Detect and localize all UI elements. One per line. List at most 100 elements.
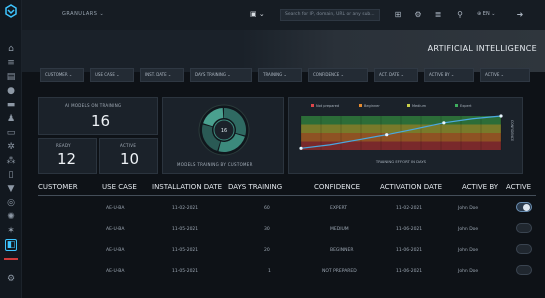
cell-active-by: John Doe <box>458 227 479 232</box>
star-icon[interactable]: ✶ <box>5 226 17 236</box>
cell-activation-date: 11-06-2021 <box>396 248 423 253</box>
donut-chart: 16 <box>198 104 250 156</box>
filter-customer[interactable]: CUSTOMER ⌄ <box>40 68 84 82</box>
filter-active[interactable]: ACTIVE ⌄ <box>480 68 530 82</box>
settings-icon[interactable]: ⚙ <box>5 274 17 284</box>
cell-days-training: 30 <box>264 227 270 232</box>
workspace-selector[interactable]: GRANULARS ⌄ <box>62 11 104 17</box>
cell-activation-date: 11-02-2021 <box>396 206 423 211</box>
toggle-knob <box>523 204 530 211</box>
active-toggle[interactable] <box>516 202 532 212</box>
filter-days-training[interactable]: DAYS TRAINING ⌄ <box>190 68 252 82</box>
kpi-active-label: ACTIVE <box>120 143 137 148</box>
cell-use-case: AE-U-BA <box>106 269 125 274</box>
table-row[interactable]: AE-U-BA 11-05-2021 1 NOT PREPARED 11-06-… <box>38 261 536 283</box>
page-title: ARTIFICIAL INTELLIGENCE <box>427 44 537 53</box>
table-row[interactable]: AE-U-BA 11-02-2021 60 EXPERT 11-02-2021 … <box>38 198 536 220</box>
col-installation-date[interactable]: INSTALLATION DATE <box>152 183 222 191</box>
cell-confidence: NOT PREPARED <box>322 269 357 274</box>
hero-banner: ARTIFICIAL INTELLIGENCE <box>22 30 545 72</box>
legend-label: Not prepared <box>316 104 339 108</box>
active-toggle[interactable] <box>516 244 532 254</box>
cell-use-case: AE-U-BA <box>106 248 125 253</box>
table-row[interactable]: AE-U-BA 11-05-2021 30 MEDIUM 11-06-2021 … <box>38 219 536 241</box>
data-point[interactable] <box>385 133 389 137</box>
data-point[interactable] <box>299 146 303 150</box>
cell-active-by: John Doe <box>458 269 479 274</box>
table-header: CUSTOMER USE CASE INSTALLATION DATE DAYS… <box>38 180 536 196</box>
donut-label: MODELS TRAINING BY CUSTOMER <box>177 162 253 167</box>
sidebar: ⌂ ≡ ▤ ● ▬ ♟ ▭ ✲ ⁂ ▯ ▼ ◎ ✺ ✶ ◧ ⚙ <box>0 0 22 298</box>
cell-activation-date: 11-06-2021 <box>396 269 423 274</box>
data-point[interactable] <box>442 121 446 125</box>
target-icon[interactable]: ◎ <box>5 198 17 208</box>
legend-swatch <box>455 104 458 107</box>
legend-label: Medium <box>412 104 427 108</box>
language-selector[interactable]: ⊕ EN ⌄ <box>477 11 495 17</box>
topbar: GRANULARS ⌄ ▣ ⌄ Search for IP, domain, U… <box>22 0 545 30</box>
square-icon[interactable]: ▣ ⌄ <box>250 10 265 18</box>
filter-active-by[interactable]: ACTIVE BY ⌄ <box>424 68 474 82</box>
logout-icon[interactable]: ➜ <box>514 9 526 21</box>
active-toggle[interactable] <box>516 223 532 233</box>
cell-days-training: 60 <box>264 206 270 211</box>
cell-installation-date: 11-05-2021 <box>172 269 199 274</box>
kpi-active: ACTIVE 10 <box>99 138 158 174</box>
x-axis-label: TRAINING EFFORT IN DAYS <box>375 159 427 164</box>
col-activation-date[interactable]: ACTIVATION DATE <box>380 183 442 191</box>
logo-icon <box>5 4 17 18</box>
legend-swatch <box>407 104 410 107</box>
list-icon[interactable]: ≡ <box>5 58 17 68</box>
network-icon[interactable]: ⁂ <box>5 156 17 166</box>
col-days-training[interactable]: DAYS TRAINING <box>228 183 282 191</box>
bug-icon[interactable]: ✺ <box>5 212 17 222</box>
col-use-case[interactable]: USE CASE <box>102 183 137 191</box>
col-active[interactable]: ACTIVE <box>506 183 531 191</box>
data-point[interactable] <box>499 114 503 118</box>
filter-act-date[interactable]: ACT. DATE ⌄ <box>374 68 418 82</box>
monitor-icon[interactable]: ▭ <box>5 128 17 138</box>
kpi-active-value: 10 <box>120 150 140 168</box>
col-active-by[interactable]: ACTIVE BY <box>462 183 498 191</box>
filter-confidence[interactable]: CONFIDENCE ⌄ <box>308 68 368 82</box>
filter-use-case[interactable]: USE CASE ⌄ <box>90 68 134 82</box>
kpi-ready: READY 12 <box>38 138 97 174</box>
cell-confidence: EXPERT <box>330 206 348 211</box>
active-toggle[interactable] <box>516 265 532 275</box>
home-icon[interactable]: ⌂ <box>5 44 17 54</box>
cell-installation-date: 11-02-2021 <box>172 206 199 211</box>
shield-icon[interactable]: ▼ <box>5 184 17 194</box>
filter-inst-date[interactable]: INST. DATE ⌄ <box>140 68 184 82</box>
info-icon[interactable]: ● <box>5 86 17 96</box>
legend-label: Expert <box>460 104 472 108</box>
filter-training[interactable]: TRAINING ⌄ <box>258 68 302 82</box>
col-confidence[interactable]: CONFIDENCE <box>314 183 360 191</box>
document-icon[interactable]: ▯ <box>5 170 17 180</box>
users-icon[interactable]: ♟ <box>5 114 17 124</box>
grid-icon[interactable]: ⊞ <box>392 9 404 21</box>
legend-swatch <box>311 104 314 107</box>
cell-use-case: AE-U-BA <box>106 227 125 232</box>
table-row[interactable]: AE-U-BA 11-05-2021 20 BEGINNER 11-06-202… <box>38 240 536 262</box>
cell-confidence: BEGINNER <box>330 248 354 253</box>
menu-icon[interactable]: ≣ <box>432 9 444 21</box>
search-input[interactable]: Search for IP, domain, URL or any sub... <box>280 9 380 21</box>
alert-divider <box>4 258 18 260</box>
gear-icon[interactable]: ✲ <box>5 142 17 152</box>
col-customer[interactable]: CUSTOMER <box>38 183 78 191</box>
cell-confidence: MEDIUM <box>330 227 349 232</box>
cell-days-training: 1 <box>268 269 271 274</box>
chart-icon[interactable]: ▤ <box>5 72 17 82</box>
folder-icon[interactable]: ▬ <box>5 100 17 110</box>
donut-center-value: 16 <box>221 128 227 134</box>
donut-panel: 16 MODELS TRAINING BY CUSTOMER <box>162 97 284 174</box>
cell-installation-date: 11-05-2021 <box>172 248 199 253</box>
kpi-ready-label: READY <box>56 143 71 148</box>
cell-active-by: John Doe <box>458 206 479 211</box>
search-icon[interactable]: ⚲ <box>454 9 466 21</box>
legend-swatch <box>359 104 362 107</box>
ai-icon[interactable]: ◧ <box>5 239 17 251</box>
confidence-chart: Not prepared Beginner Medium Expert TRAINING… <box>299 104 514 164</box>
kpi-ai-models-label: AI MODELS ON TRAINING <box>65 103 122 108</box>
gear-icon[interactable]: ⚙ <box>412 9 424 21</box>
